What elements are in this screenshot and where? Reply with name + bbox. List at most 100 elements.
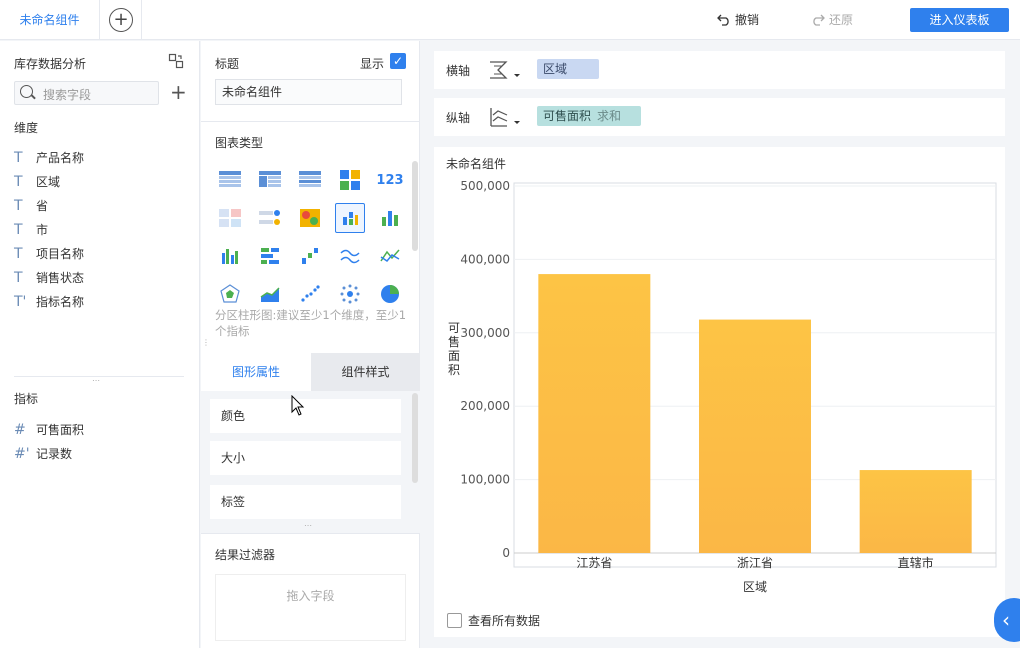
dimension-item[interactable]: T 产品名称 bbox=[14, 149, 84, 166]
partitioned-bar-chart-icon[interactable] bbox=[335, 203, 365, 233]
area-chart-icon[interactable] bbox=[255, 279, 285, 309]
text-type-icon: T bbox=[14, 245, 23, 262]
x-tick-label: 浙江省 bbox=[737, 556, 773, 570]
dimension-item[interactable]: T省 bbox=[14, 197, 48, 214]
resize-handle-icon[interactable]: ⋮ bbox=[202, 338, 210, 347]
x-axis-type-icon[interactable] bbox=[488, 60, 524, 80]
enter-dashboard-button[interactable]: 进入仪表板 bbox=[910, 8, 1009, 32]
y-tick-label: 100,000 bbox=[460, 473, 510, 487]
show-label: 显示 bbox=[360, 57, 385, 71]
y-axis-row: 纵轴 可售面积 求和 bbox=[434, 98, 1005, 136]
tab-unnamed-component[interactable]: 未命名组件 bbox=[0, 0, 100, 40]
resize-handle-icon[interactable]: ⋯ bbox=[92, 376, 101, 385]
y-tick-label: 400,000 bbox=[460, 252, 510, 266]
add-tab-button[interactable]: + bbox=[109, 8, 133, 32]
dimensions-title: 维度 bbox=[14, 121, 39, 135]
property-list: 颜色 大小 标签 ⋯ bbox=[201, 391, 420, 533]
divider bbox=[201, 121, 420, 122]
bubble-chart-icon[interactable] bbox=[335, 279, 365, 309]
tab-divider bbox=[141, 0, 142, 40]
dimension-item[interactable]: T 项目名称 bbox=[14, 245, 84, 262]
dimension-label: 区域 bbox=[36, 175, 61, 189]
dimension-label: 指标名称 bbox=[36, 295, 85, 309]
title-label: 标题 bbox=[215, 57, 240, 71]
show-title-checkbox[interactable]: ✓ bbox=[390, 53, 406, 69]
y-axis-type-icon[interactable] bbox=[488, 107, 524, 127]
chart-container: 未命名组件 0 100,000 200,000 300,000 400,000 500,0… bbox=[434, 147, 1005, 637]
view-all-checkbox[interactable] bbox=[447, 613, 462, 628]
filter-drop-zone[interactable]: 拖入字段 bbox=[215, 574, 406, 641]
y-field-pill[interactable]: 可售面积 求和 bbox=[537, 106, 641, 126]
view-all-data[interactable]: 查看所有数据 bbox=[447, 612, 540, 629]
table-chart-icon[interactable] bbox=[215, 165, 245, 195]
top-bar: 未命名组件 + 撤销 还原 进入仪表板 bbox=[0, 0, 1020, 40]
kpi-number-icon[interactable]: 123 bbox=[375, 165, 405, 195]
dimension-item[interactable]: T市 bbox=[14, 221, 48, 238]
size-property[interactable]: 大小 bbox=[210, 441, 401, 475]
tab-component-style[interactable]: 组件样式 bbox=[311, 353, 420, 391]
chart-type-scrollbar[interactable] bbox=[412, 161, 418, 251]
add-field-icon[interactable]: + bbox=[170, 81, 187, 103]
grouped-table-icon[interactable] bbox=[255, 165, 285, 195]
progress-list-icon[interactable] bbox=[255, 203, 285, 233]
search-field-box[interactable]: 搜索字段 bbox=[14, 81, 159, 105]
measure-item[interactable]: # 可售面积 bbox=[14, 421, 84, 438]
line-chart-icon[interactable] bbox=[335, 241, 365, 271]
measures-title: 指标 bbox=[14, 392, 39, 406]
pie-chart-icon[interactable] bbox=[375, 279, 405, 309]
heatmap-chart-icon[interactable] bbox=[295, 203, 325, 233]
undo-button[interactable]: 撤销 bbox=[717, 11, 759, 28]
y-tick-label: 200,000 bbox=[460, 399, 510, 413]
chart-area: 横轴 区域 纵轴 可售面积 求和 未命名组件 0 100,000 200,000 300… bbox=[421, 41, 1020, 648]
view-all-label: 查看所有数据 bbox=[468, 614, 541, 628]
x-tick-label: 直辖市 bbox=[898, 555, 934, 570]
bar-chart-icon[interactable] bbox=[375, 203, 405, 233]
kpi-card-icon[interactable] bbox=[215, 203, 245, 233]
dimension-label: 项目名称 bbox=[36, 247, 85, 261]
bar-chart: 0 100,000 200,000 300,000 400,000 500,000 江苏省 浙… bbox=[448, 179, 997, 594]
calculated-text-type-icon: T' bbox=[14, 293, 27, 310]
waterfall-chart-icon[interactable] bbox=[295, 241, 325, 271]
dimension-label: 销售状态 bbox=[36, 271, 85, 285]
mouse-cursor-icon bbox=[291, 395, 305, 416]
search-placeholder: 搜索字段 bbox=[43, 88, 92, 102]
chart-type-label: 图表类型 bbox=[215, 136, 264, 150]
bar bbox=[699, 319, 811, 553]
property-tabs: 图形属性 组件样式 bbox=[201, 353, 420, 391]
cross-table-icon[interactable] bbox=[295, 165, 325, 195]
chart-type-hint: 分区柱形图:建议至少1个维度，至少1个指标 bbox=[215, 308, 407, 338]
undo-label: 撤销 bbox=[735, 13, 760, 27]
config-panel: 标题 显示 ✓ 未命名组件 图表类型 123 分区柱形图:建议至少1个维度，至少… bbox=[201, 41, 420, 648]
switch-dataset-icon[interactable] bbox=[168, 53, 184, 69]
dimension-label: 省 bbox=[36, 199, 49, 213]
x-field-pill[interactable]: 区域 bbox=[537, 59, 599, 79]
color-property[interactable]: 颜色 bbox=[210, 399, 401, 433]
x-axis-row: 横轴 区域 bbox=[434, 51, 1005, 89]
radar-chart-icon[interactable] bbox=[215, 279, 245, 309]
scatter-chart-icon[interactable] bbox=[295, 279, 325, 309]
grouped-bar-chart-icon[interactable] bbox=[215, 241, 245, 271]
title-input[interactable]: 未命名组件 bbox=[215, 79, 402, 105]
text-type-icon: T bbox=[14, 149, 23, 166]
treemap-chart-icon[interactable] bbox=[335, 165, 365, 195]
divider bbox=[201, 533, 420, 534]
resize-handle-icon[interactable]: ⋯ bbox=[304, 521, 313, 530]
y-field-name: 可售面积 bbox=[543, 109, 592, 123]
property-scrollbar[interactable] bbox=[412, 393, 418, 483]
tab-graph-properties[interactable]: 图形属性 bbox=[201, 353, 311, 391]
y-tick-label: 0 bbox=[502, 546, 510, 560]
measure-item[interactable]: #' 记录数 bbox=[14, 445, 72, 462]
area-line-chart-icon[interactable] bbox=[375, 241, 405, 271]
result-filter-title: 结果过滤器 bbox=[215, 548, 276, 562]
stacked-bar-chart-icon[interactable] bbox=[255, 241, 285, 271]
dimension-item[interactable]: T 区域 bbox=[14, 173, 60, 190]
dimension-item[interactable]: T' 指标名称 bbox=[14, 293, 84, 310]
redo-button[interactable]: 还原 bbox=[811, 11, 853, 28]
x-axis-label: 横轴 bbox=[446, 64, 471, 78]
bar bbox=[859, 470, 972, 553]
text-type-icon: T bbox=[14, 269, 23, 286]
dimension-label: 市 bbox=[36, 223, 49, 237]
y-axis-label: 纵轴 bbox=[446, 111, 471, 125]
dimension-item[interactable]: T 销售状态 bbox=[14, 269, 84, 286]
label-property[interactable]: 标签 bbox=[210, 485, 401, 519]
